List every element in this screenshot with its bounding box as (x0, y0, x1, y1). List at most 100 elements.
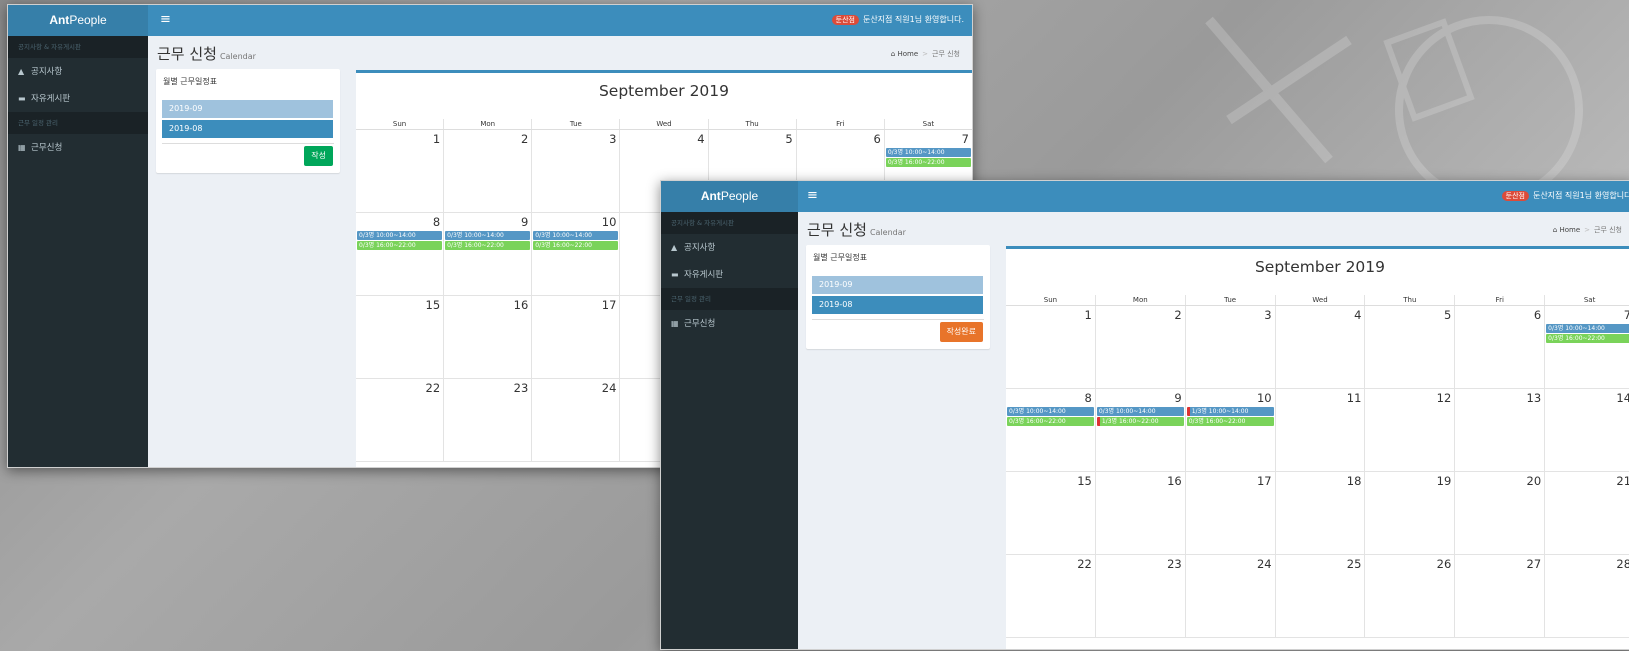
calendar-day[interactable]: 15 (356, 296, 443, 378)
calendar-week: 15 16 17 18 19 20 21 (1006, 472, 1629, 555)
calendar-day[interactable]: 6 (1454, 306, 1544, 388)
shift-event[interactable]: 0/3명 16:00~22:00 (445, 241, 531, 250)
shift-event-selected[interactable]: 1/3명 10:00~14:00 (1186, 407, 1274, 416)
shift-event-selected[interactable]: 1/3명 16:00~22:00 (1096, 417, 1184, 426)
store-badge: 둔산점 (1501, 191, 1529, 201)
schedule-panel-title: 월별 근무일정표 (163, 77, 218, 86)
schedule-panel-title: 월별 근무일정표 (813, 253, 868, 262)
calendar-day[interactable]: 23 (443, 379, 531, 461)
calendar-day[interactable]: 21 (1544, 472, 1629, 554)
calendar-day[interactable]: 8 0/3명 10:00~14:00 0/3명 16:00~22:00 (356, 213, 443, 295)
calendar-day[interactable]: 25 (1274, 555, 1365, 637)
sidebar-item-notice[interactable]: ▲ 공지사항 (8, 58, 148, 85)
calendar-day[interactable]: 10 1/3명 10:00~14:00 0/3명 16:00~22:00 (1184, 389, 1275, 471)
sidebar-item-board[interactable]: ▬ 자유게시판 (8, 85, 148, 112)
calendar-day[interactable]: 16 (443, 296, 531, 378)
breadcrumb-home[interactable]: Home (897, 50, 918, 58)
calendar-day[interactable]: 7 0/3명 10:00~14:000/3명 16:00~22:00 (1544, 306, 1629, 388)
calendar-day[interactable]: 10 0/3명 10:00~14:00 0/3명 16:00~22:00 (531, 213, 619, 295)
calendar-day[interactable]: 5 (1364, 306, 1454, 388)
calendar-day[interactable]: 24 (1184, 555, 1275, 637)
write-button[interactable]: 작성 (304, 146, 333, 166)
day-number: 1 (1084, 308, 1092, 322)
day-number: 8 (432, 215, 441, 229)
calendar-day[interactable]: 20 (1454, 472, 1544, 554)
calendar-day[interactable]: 17 (531, 296, 619, 378)
calendar-day[interactable]: 2 (1094, 306, 1185, 388)
bell-icon: ▲ (671, 243, 678, 252)
breadcrumb-home[interactable]: Home (1559, 226, 1580, 234)
sidebar-item-request[interactable]: ▦ 근무신청 (8, 134, 148, 161)
calendar-day[interactable]: 15 (1006, 472, 1095, 554)
day-number: 17 (1256, 474, 1272, 488)
calendar-day[interactable]: 16 (1094, 472, 1185, 554)
sidebar-toggle-icon[interactable]: ≡ (807, 188, 818, 204)
calendar-day[interactable]: 3 (531, 130, 619, 212)
calendar-day[interactable]: 2 (443, 130, 531, 212)
calendar-day[interactable]: 8 0/3명 10:00~14:00 0/3명 16:00~22:00 (1006, 389, 1095, 471)
day-number: 5 (785, 132, 793, 146)
calendar-day[interactable]: 1 (1006, 306, 1095, 388)
calendar-day[interactable]: 24 (531, 379, 619, 461)
day-number: 25 (1346, 557, 1362, 571)
day-number: 18 (1346, 474, 1362, 488)
breadcrumb: ⌂ Home > 근무 신청 (1552, 226, 1622, 234)
calendar-day[interactable]: 22 (356, 379, 443, 461)
shift-event[interactable]: 0/3명 16:00~22:00 (533, 241, 619, 250)
user-welcome[interactable]: 둔산점 둔산지점 직원1님 환영합니다. (1501, 190, 1629, 201)
calendar-week: 22 23 24 25 26 27 28 (1006, 555, 1629, 638)
calendar-day[interactable]: 3 (1184, 306, 1275, 388)
calendar-day[interactable]: 26 (1364, 555, 1454, 637)
shift-event[interactable]: 0/3명 10:00~14:00 (1007, 407, 1094, 416)
shift-event[interactable]: 0/3명 16:00~22:00 (1186, 417, 1274, 426)
calendar-day[interactable]: 18 (1274, 472, 1365, 554)
shift-event[interactable]: 0/3명 10:00~14:00 (885, 148, 971, 157)
shift-event[interactable]: 0/3명 10:00~14:00 (357, 231, 443, 240)
calendar-day[interactable]: 1 (356, 130, 443, 212)
calendar-day[interactable]: 12 (1364, 389, 1454, 471)
shift-event[interactable]: 0/3명 10:00~14:00 (1546, 324, 1629, 333)
calendar-day[interactable]: 4 (1274, 306, 1365, 388)
sidebar-item-request[interactable]: ▦ 근무신청 (661, 310, 798, 337)
shift-event[interactable]: 0/3명 10:00~14:00 (445, 231, 531, 240)
day-number: 4 (1354, 308, 1362, 322)
day-number: 13 (1526, 391, 1542, 405)
shift-event[interactable]: 0/3명 16:00~22:00 (357, 241, 443, 250)
day-number: 16 (513, 298, 529, 312)
calendar-day[interactable]: 19 (1364, 472, 1454, 554)
calendar-day[interactable]: 14 (1544, 389, 1629, 471)
breadcrumb-current: 근무 신청 (932, 50, 960, 58)
calendar-day[interactable]: 22 (1006, 555, 1095, 637)
shift-event[interactable]: 0/3명 16:00~22:00 (1007, 417, 1094, 426)
write-complete-button[interactable]: 작성완료 (939, 322, 983, 342)
user-welcome[interactable]: 둔산점 둔산지점 직원1님 환영합니다. (831, 14, 964, 25)
shift-event[interactable]: 0/3명 10:00~14:00 (1096, 407, 1184, 416)
sidebar-item-notice[interactable]: ▲ 공지사항 (661, 234, 798, 261)
app-logo[interactable]: AntPeople (8, 5, 148, 36)
shift-event[interactable]: 0/3명 16:00~22:00 (885, 158, 971, 167)
calendar-day[interactable]: 27 (1454, 555, 1544, 637)
page-title: 근무 신청 Calendar (807, 221, 906, 239)
day-number: 20 (1526, 474, 1542, 488)
calendar-day[interactable]: 17 (1184, 472, 1275, 554)
calendar-day[interactable]: 9 0/3명 10:00~14:00 1/3명 16:00~22:00 (1094, 389, 1185, 471)
calendar-day[interactable]: 23 (1094, 555, 1185, 637)
app-logo[interactable]: AntPeople (661, 181, 798, 212)
weekday-label: Thu (1364, 295, 1454, 305)
calendar-icon: ▦ (18, 143, 26, 152)
month-item-2019-08[interactable]: 2019-08 (812, 296, 983, 314)
month-item-2019-08[interactable]: 2019-08 (162, 120, 333, 138)
calendar-week: 1 2 3 4 5 6 7 0/3명 10:00~14:000/3명 16:00… (1006, 306, 1629, 389)
calendar-day[interactable]: 28 (1544, 555, 1629, 637)
sidebar-toggle-icon[interactable]: ≡ (160, 12, 171, 28)
calendar-day[interactable]: 13 (1454, 389, 1544, 471)
welcome-text: 둔산지점 직원1님 환영합니다. (862, 15, 964, 24)
month-item-2019-09[interactable]: 2019-09 (162, 100, 333, 118)
day-number: 28 (1616, 557, 1629, 571)
calendar-day[interactable]: 11 (1274, 389, 1365, 471)
shift-event[interactable]: 0/3명 10:00~14:00 (533, 231, 619, 240)
shift-event[interactable]: 0/3명 16:00~22:00 (1546, 334, 1629, 343)
calendar-day[interactable]: 9 0/3명 10:00~14:00 0/3명 16:00~22:00 (443, 213, 531, 295)
sidebar-item-board[interactable]: ▬ 자유게시판 (661, 261, 798, 288)
month-item-2019-09[interactable]: 2019-09 (812, 276, 983, 294)
